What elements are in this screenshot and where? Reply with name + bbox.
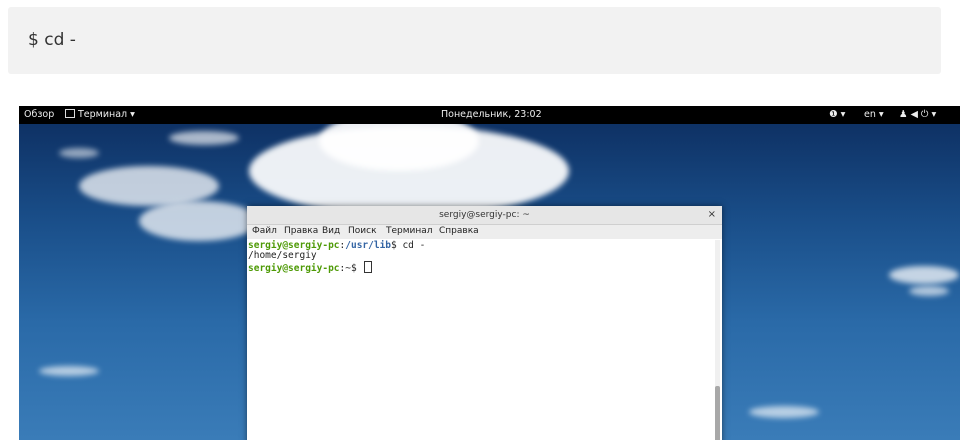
terminal-menubar: Файл Правка Вид Поиск Терминал Справка: [247, 225, 722, 239]
terminal-titlebar[interactable]: sergiy@sergiy-pc: ~ ×: [247, 206, 722, 225]
window-title: sergiy@sergiy-pc: ~: [439, 210, 530, 220]
accessibility-icon: ❶: [829, 109, 838, 120]
volume-icon: ◀: [910, 109, 918, 120]
menu-file[interactable]: Файл: [252, 226, 277, 236]
cloud: [909, 286, 949, 296]
system-menu[interactable]: ♟ ◀ ⏻ ▾: [899, 109, 936, 120]
language-menu[interactable]: en ▾: [864, 109, 884, 120]
top-bar: Обзор Терминал ▾ Понедельник, 23:02 ❶ ▾ …: [19, 106, 960, 124]
terminal-window: sergiy@sergiy-pc: ~ × Файл Правка Вид По…: [247, 206, 722, 440]
typed-command: $ cd -: [391, 240, 426, 251]
cloud: [39, 366, 99, 376]
overview-button[interactable]: Обзор: [24, 109, 54, 120]
cloud: [749, 406, 819, 418]
text-cursor: [364, 261, 373, 273]
output-line: /home/sergiy: [248, 250, 317, 261]
accessibility-menu[interactable]: ❶ ▾: [829, 109, 845, 120]
menu-view[interactable]: Вид: [322, 226, 340, 236]
app-menu-label: Терминал ▾: [78, 109, 135, 120]
user-icon: ♟: [899, 109, 908, 120]
scrollbar-thumb[interactable]: [715, 386, 720, 440]
cloud: [79, 166, 219, 206]
menu-edit[interactable]: Правка: [284, 226, 318, 236]
command-text: $ cd -: [28, 30, 76, 50]
power-icon: ⏻ ▾: [920, 109, 937, 120]
desktop-screenshot: Обзор Терминал ▾ Понедельник, 23:02 ❶ ▾ …: [19, 106, 960, 440]
prompt-user: sergiy@sergiy-pc: [248, 263, 340, 274]
cloud: [139, 201, 259, 241]
clock[interactable]: Понедельник, 23:02: [441, 109, 542, 120]
command-snippet: $ cd -: [8, 7, 941, 74]
terminal-icon: [65, 109, 75, 118]
app-menu[interactable]: Терминал ▾: [65, 109, 135, 120]
cloud: [169, 131, 239, 145]
accessibility-arrow: ▾: [840, 109, 846, 120]
output-line: sergiy@sergiy-pc:~$: [248, 261, 373, 274]
cloud: [59, 148, 99, 158]
cloud: [889, 266, 959, 284]
close-icon[interactable]: ×: [708, 206, 716, 224]
menu-terminal[interactable]: Терминал: [386, 226, 433, 236]
prompt-rest: :~$: [339, 263, 363, 274]
terminal-output[interactable]: sergiy@sergiy-pc:/usr/lib$ cd - /home/se…: [247, 240, 713, 440]
menu-search[interactable]: Поиск: [348, 226, 377, 236]
scrollbar[interactable]: [715, 240, 720, 440]
menu-help[interactable]: Справка: [439, 226, 479, 236]
prompt-path: /usr/lib: [345, 240, 392, 251]
